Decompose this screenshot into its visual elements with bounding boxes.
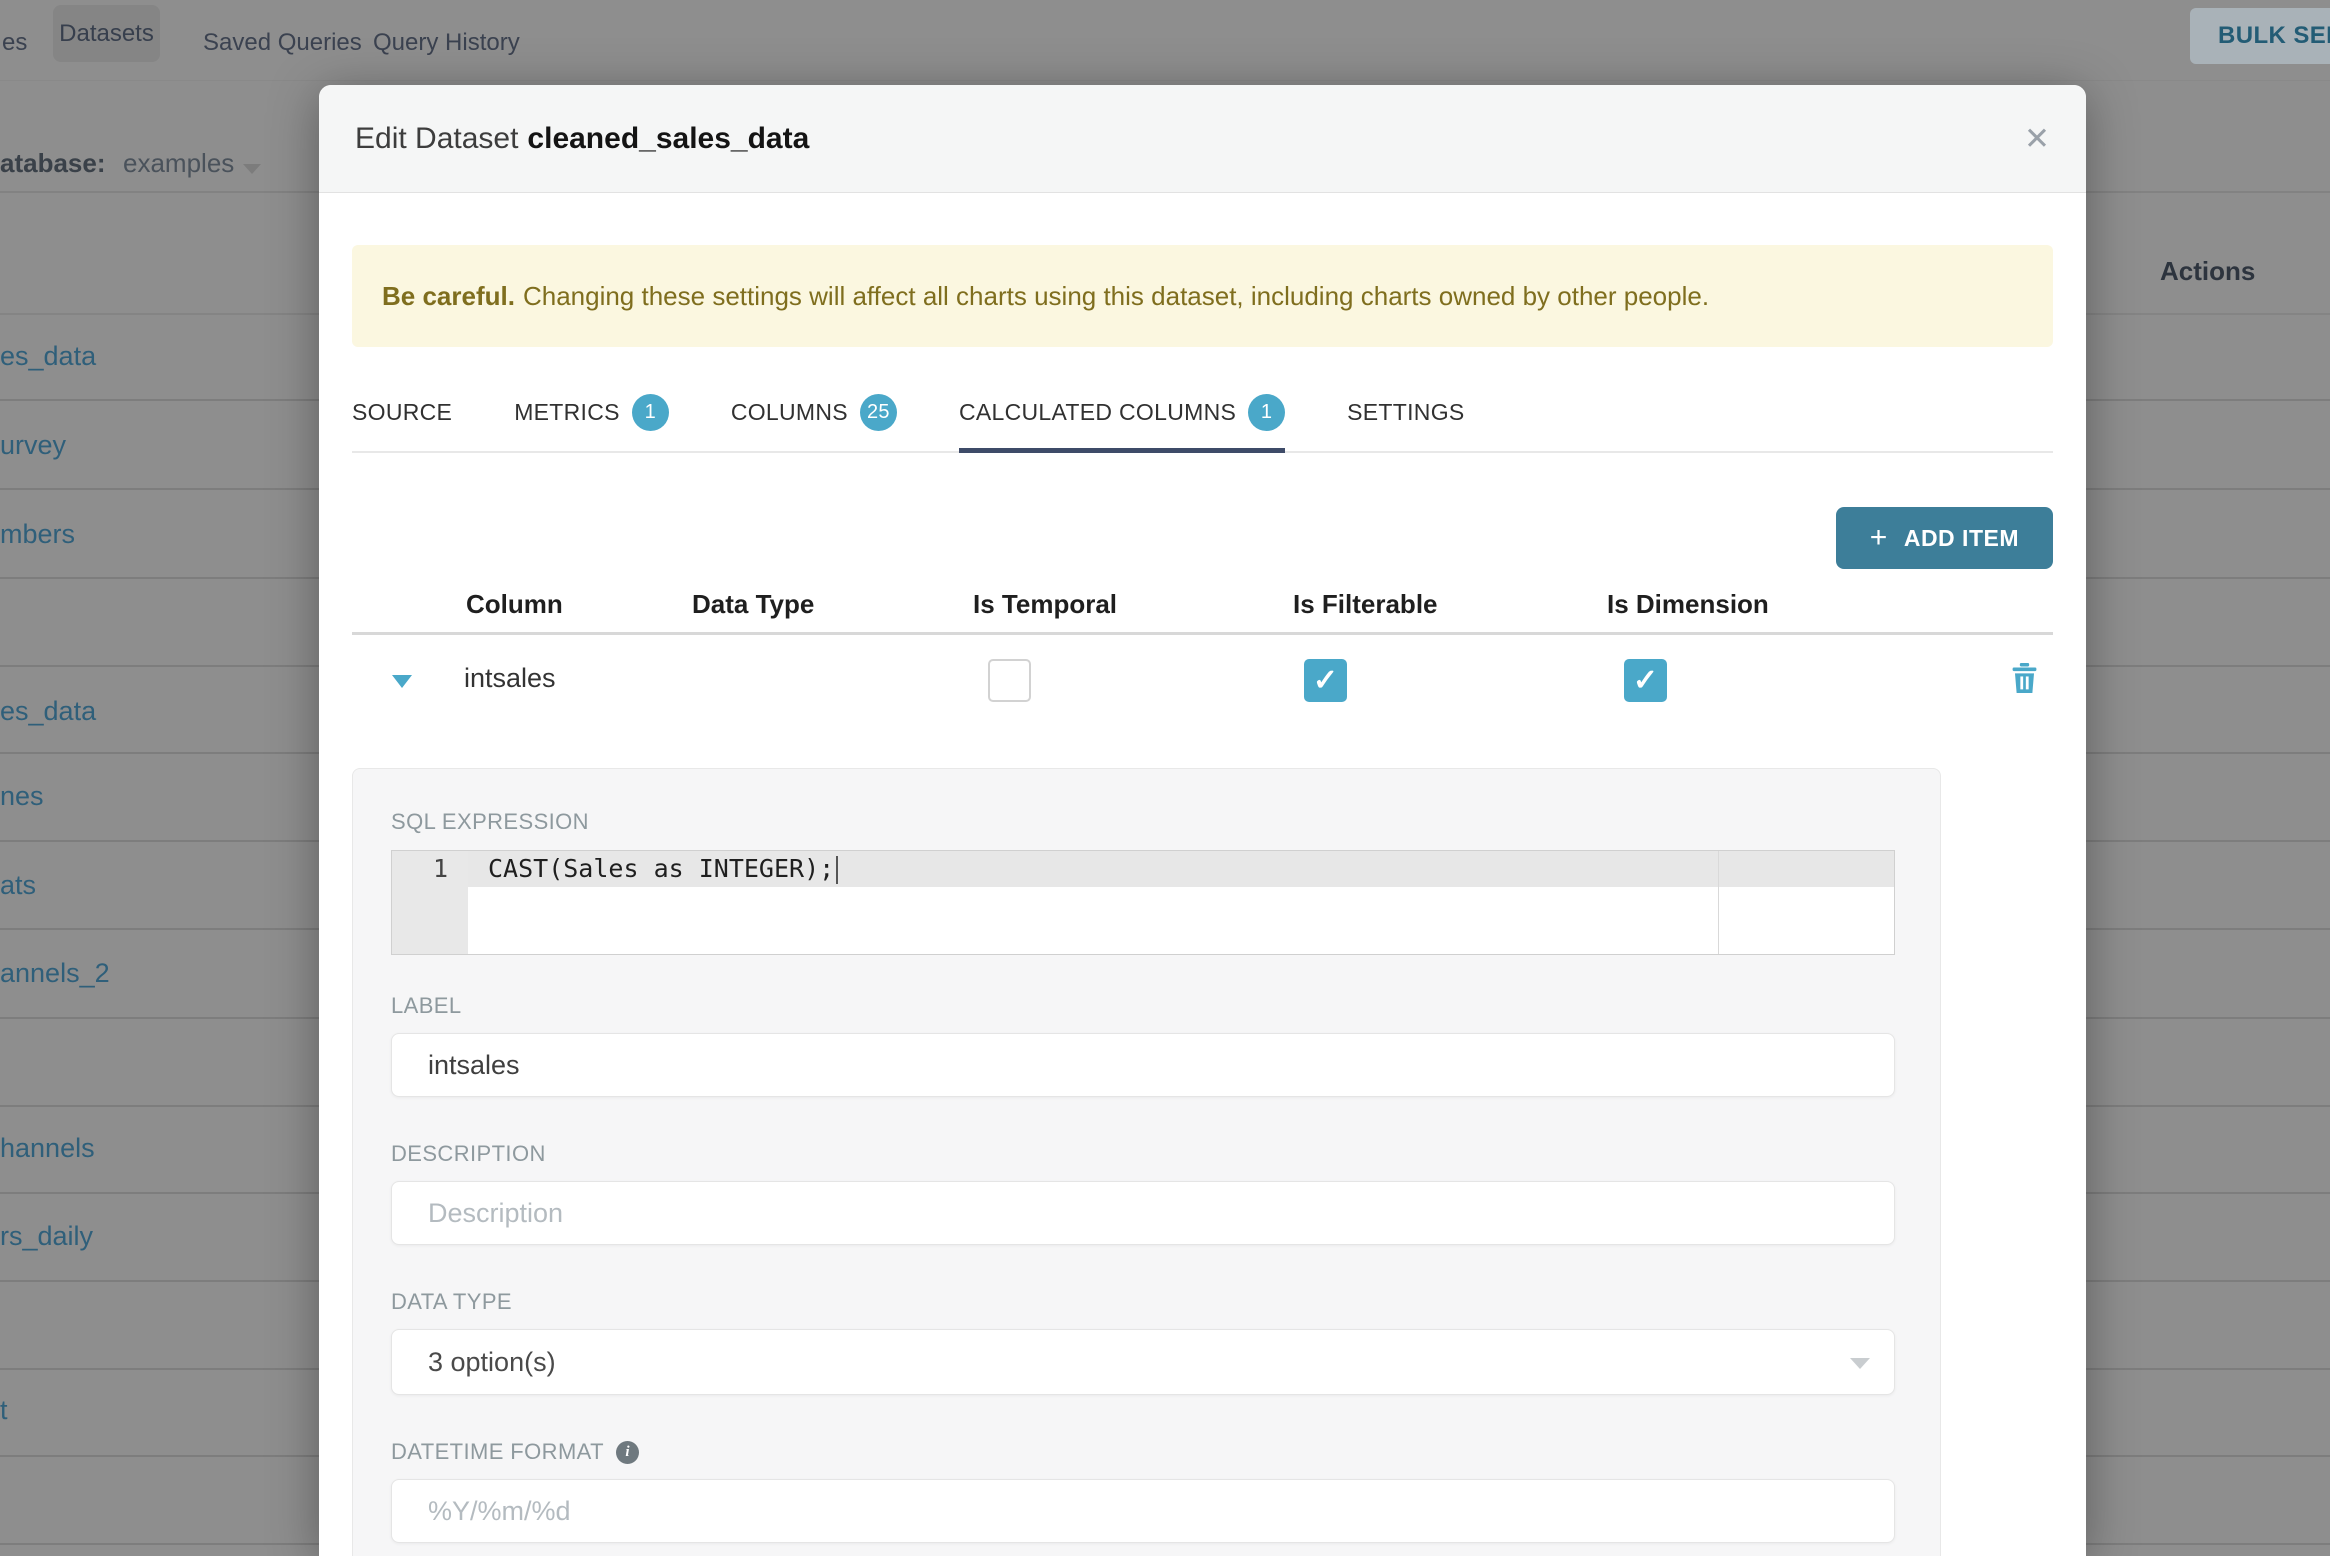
- dataset-link[interactable]: nes: [0, 781, 44, 812]
- modal-body: Be careful. Changing these settings will…: [319, 245, 2086, 1556]
- label-field-label: LABEL: [391, 993, 462, 1018]
- close-icon[interactable]: ✕: [2024, 121, 2050, 157]
- tab-source-label: SOURCE: [352, 399, 453, 425]
- warning-bold: Be careful.: [382, 280, 515, 311]
- data-type-select[interactable]: 3 option(s): [391, 1329, 1895, 1395]
- dataset-link[interactable]: es_data: [0, 341, 96, 372]
- data-type-selected-value: 3 option(s): [428, 1346, 556, 1377]
- bulk-select-button[interactable]: BULK SELECT: [2190, 8, 2330, 64]
- dataset-link[interactable]: ats: [0, 870, 36, 901]
- sql-code-line: CAST(Sales as INTEGER);: [488, 851, 839, 887]
- modal-title: Edit Dataset cleaned_sales_data: [355, 122, 809, 156]
- header-data-type: Data Type: [692, 589, 815, 619]
- tab-settings-label: SETTINGS: [1347, 399, 1465, 425]
- description-input[interactable]: [391, 1181, 1895, 1245]
- dataset-link[interactable]: urvey: [0, 430, 66, 461]
- modal-title-prefix: Edit Dataset: [355, 121, 519, 155]
- chevron-down-icon[interactable]: [243, 164, 261, 174]
- is-filterable-checkbox[interactable]: [1304, 659, 1347, 702]
- nav-tab-datasets[interactable]: Datasets: [53, 5, 160, 62]
- add-item-button[interactable]: + ADD ITEM: [1835, 507, 2053, 569]
- modal-header: Edit Dataset cleaned_sales_data ✕: [319, 85, 2086, 193]
- sql-expression-editor[interactable]: 1 CAST(Sales as INTEGER);: [391, 850, 1895, 955]
- editor-gutter: 1: [392, 851, 468, 954]
- tab-source[interactable]: SOURCE: [352, 394, 452, 451]
- sql-code-text: CAST(Sales as INTEGER);: [488, 854, 835, 883]
- tab-settings[interactable]: SETTINGS: [1347, 394, 1464, 451]
- header-is-filterable: Is Filterable: [1293, 589, 1438, 619]
- nav-tab-cutoff[interactable]: es: [2, 29, 27, 57]
- warning-text: Changing these settings will affect all …: [522, 280, 1710, 311]
- datetime-format-input[interactable]: [391, 1479, 1895, 1543]
- datetime-format-field-group: DATETIME FORMAT i: [391, 1439, 1895, 1543]
- plus-icon: +: [1869, 521, 1888, 554]
- line-number: 1: [432, 854, 448, 883]
- is-dimension-checkbox[interactable]: [1624, 659, 1667, 702]
- dataset-link[interactable]: es_data: [0, 696, 96, 727]
- label-input[interactable]: [391, 1033, 1895, 1097]
- data-type-field-label: DATA TYPE: [391, 1289, 512, 1314]
- editor-code-area[interactable]: CAST(Sales as INTEGER);: [468, 851, 1894, 954]
- header-is-dimension: Is Dimension: [1607, 589, 1769, 619]
- info-icon[interactable]: i: [615, 1440, 639, 1464]
- text-cursor: [836, 856, 839, 884]
- dataset-link[interactable]: t: [0, 1395, 8, 1426]
- dataset-link[interactable]: mbers: [0, 519, 75, 550]
- toolbar: + ADD ITEM: [352, 507, 2053, 569]
- collapse-caret-icon[interactable]: [392, 675, 412, 688]
- actions-column-header: Actions: [2160, 256, 2256, 286]
- columns-count-badge: 25: [859, 394, 897, 431]
- datetime-format-label: DATETIME FORMAT: [391, 1439, 604, 1464]
- dataset-link[interactable]: hannels: [0, 1133, 95, 1164]
- tab-metrics-label: METRICS: [514, 399, 620, 425]
- warning-banner: Be careful. Changing these settings will…: [352, 245, 2053, 347]
- dataset-link[interactable]: annels_2: [0, 958, 110, 989]
- row-column-name: intsales: [464, 663, 556, 693]
- header-column: Column: [466, 589, 563, 619]
- tab-columns[interactable]: COLUMNS 25: [731, 394, 897, 451]
- calculated-columns-table-header: Column Data Type Is Temporal Is Filterab…: [352, 577, 2053, 635]
- tab-calculated-columns-label: CALCULATED COLUMNS: [958, 399, 1237, 425]
- edit-dataset-modal: Edit Dataset cleaned_sales_data ✕ Be care…: [319, 85, 2086, 1556]
- nav-tab-query-history[interactable]: Query History: [373, 29, 520, 57]
- table-row: intsales: [352, 635, 2053, 727]
- database-filter-label: atabase:: [0, 148, 106, 178]
- tab-columns-label: COLUMNS: [730, 399, 848, 425]
- description-field-group: DESCRIPTION: [391, 1141, 1895, 1245]
- header-is-temporal: Is Temporal: [973, 589, 1118, 619]
- nav-divider: [0, 80, 2330, 81]
- tab-metrics[interactable]: METRICS 1: [514, 394, 669, 451]
- is-temporal-checkbox[interactable]: [988, 659, 1031, 702]
- add-item-label: ADD ITEM: [1903, 524, 2019, 551]
- tab-calculated-columns[interactable]: CALCULATED COLUMNS 1: [958, 394, 1286, 453]
- modal-title-dataset-name: cleaned_sales_data: [527, 121, 810, 155]
- dataset-link[interactable]: rs_daily: [0, 1221, 93, 1252]
- trash-icon[interactable]: [2012, 663, 2037, 698]
- description-field-label: DESCRIPTION: [391, 1141, 546, 1166]
- bulk-select-label: BULK SELECT: [2218, 22, 2330, 49]
- screen: es Datasets Saved Queries Query History …: [0, 0, 2330, 1556]
- nav-tab-datasets-label: Datasets: [59, 19, 154, 47]
- editor-print-margin: [1718, 851, 1719, 954]
- data-type-field-group: DATA TYPE 3 option(s): [391, 1289, 1895, 1395]
- database-filter-value[interactable]: examples: [123, 148, 234, 179]
- label-field-group: LABEL: [391, 993, 1895, 1097]
- calculated-column-editor-panel: SQL EXPRESSION 1 CAST(Sales as INTEGER);…: [352, 768, 1941, 1556]
- modal-tabs: SOURCE METRICS 1 COLUMNS 25 CALCULATED C…: [352, 394, 2053, 453]
- sql-expression-label: SQL EXPRESSION: [391, 809, 589, 834]
- metrics-count-badge: 1: [631, 394, 669, 431]
- calculated-columns-count-badge: 1: [1248, 394, 1286, 431]
- nav-tab-saved-queries[interactable]: Saved Queries: [203, 29, 362, 57]
- chevron-down-icon: [1850, 1358, 1870, 1369]
